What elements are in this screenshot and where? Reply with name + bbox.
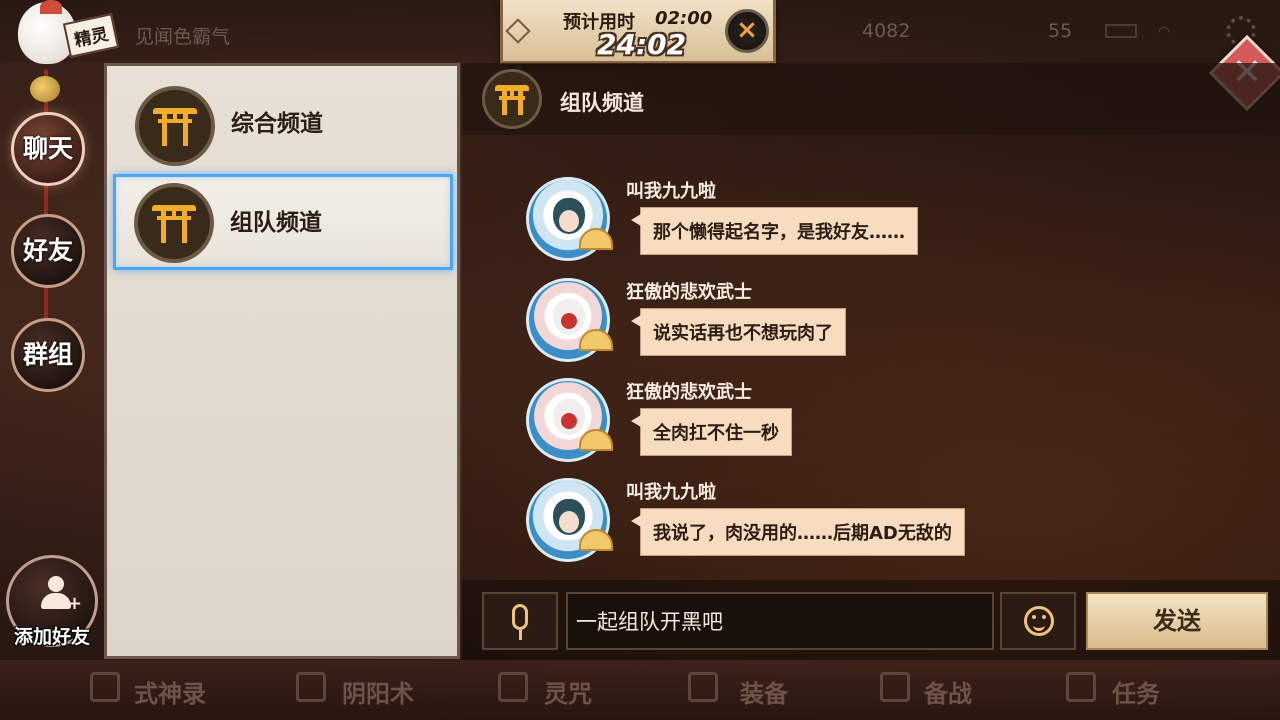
message-sender: 叫我九九啦 <box>626 482 716 503</box>
ornament-icon <box>505 18 531 44</box>
message-input[interactable] <box>566 592 994 650</box>
channel-name: 综合频道 <box>231 111 323 137</box>
microphone-icon <box>512 604 528 630</box>
helmet-icon <box>688 672 718 702</box>
hud-stat-1: 4082 <box>862 20 911 42</box>
fan-icon <box>579 329 613 351</box>
cancel-match-button[interactable]: × <box>725 9 769 53</box>
message-bubble: 我说了，肉没用的……后期AD无敌的 <box>631 508 965 556</box>
channel-item-general[interactable]: 综合频道 <box>113 72 453 168</box>
message-sender: 狂傲的悲欢武士 <box>626 382 752 403</box>
bottom-nav: 式神录 阴阳术 灵咒 装备 备战 任务 <box>0 660 1280 720</box>
chat-message: 狂傲的悲欢武士 说实话再也不想玩肉了 <box>526 278 1226 374</box>
mask-icon <box>90 672 120 702</box>
message-sender: 狂傲的悲欢武士 <box>626 282 752 303</box>
bottom-nav-spell[interactable]: 灵咒 <box>544 674 592 709</box>
timer-estimate: 02:00 <box>655 8 713 29</box>
avatar[interactable] <box>526 177 613 261</box>
chat-input-bar: 发送 <box>462 580 1280 660</box>
avatar[interactable] <box>526 378 613 462</box>
avatar[interactable] <box>526 478 613 562</box>
sprite-crest-icon <box>40 0 62 14</box>
channel-item-team[interactable]: 组队频道 <box>113 174 453 270</box>
scroll-icon <box>1066 672 1096 702</box>
bottom-nav-shikigami[interactable]: 式神录 <box>134 674 206 709</box>
wifi-icon: ◠ <box>1158 24 1171 40</box>
torii-icon <box>153 106 197 146</box>
channel-badge <box>482 69 542 129</box>
fan-icon <box>579 429 613 451</box>
add-user-icon: + <box>41 576 82 613</box>
message-sender: 叫我九九啦 <box>626 181 716 202</box>
chat-message: 叫我九九啦 我说了，肉没用的……后期AD无敌的 <box>526 478 1226 574</box>
channel-badge <box>134 183 214 263</box>
message-bubble: 那个懒得起名字，是我好友…… <box>631 207 918 255</box>
chat-title: 组队频道 <box>560 91 644 115</box>
smiley-icon <box>1024 606 1054 636</box>
channel-list: 综合频道 组队频道 <box>104 63 460 659</box>
emoji-button[interactable] <box>1000 592 1076 650</box>
nav-chat[interactable]: 聊天 <box>11 112 85 186</box>
add-friend-label[interactable]: 添加好友 <box>6 622 98 649</box>
torii-icon <box>152 203 196 243</box>
chat-messages[interactable]: 叫我九九啦 那个懒得起名字，是我好友…… 狂傲的悲欢武士 说实话再也不想玩肉了 … <box>462 135 1280 580</box>
send-button[interactable]: 发送 <box>1086 592 1268 650</box>
match-timer: 预计用时 02:00 24:02 × <box>500 0 776 64</box>
bottom-nav-tasks[interactable]: 任务 <box>1112 674 1160 709</box>
torii-icon <box>495 83 529 115</box>
battery-icon <box>1105 24 1137 38</box>
bottom-nav-equipment[interactable]: 装备 <box>740 674 788 709</box>
avatar[interactable] <box>526 278 613 362</box>
yinyang-icon <box>296 672 326 702</box>
chat-message: 叫我九九啦 那个懒得起名字，是我好友…… <box>526 177 1226 273</box>
message-bubble: 说实话再也不想玩肉了 <box>631 308 846 356</box>
channel-badge <box>135 86 215 166</box>
channel-name: 组队频道 <box>230 210 322 236</box>
voice-button[interactable] <box>482 592 558 650</box>
timer-elapsed: 24:02 <box>597 28 687 61</box>
swords-icon <box>880 672 910 702</box>
nav-friends[interactable]: 好友 <box>11 214 85 288</box>
spell-icon <box>498 672 528 702</box>
player-title: 见闻色霸气 <box>135 26 231 48</box>
message-bubble: 全肉扛不住一秒 <box>631 408 792 456</box>
nav-groups[interactable]: 群组 <box>11 318 85 392</box>
chat-message: 狂傲的悲欢武士 全肉扛不住一秒 <box>526 378 1226 474</box>
bell-icon <box>30 76 60 102</box>
chat-header: 组队频道 <box>462 63 1280 135</box>
bottom-nav-onmyodo[interactable]: 阴阳术 <box>342 674 414 709</box>
fan-icon <box>579 228 613 250</box>
fan-icon <box>579 529 613 551</box>
bottom-nav-prepare[interactable]: 备战 <box>924 674 972 709</box>
hud-stat-2: 55 <box>1048 20 1073 42</box>
